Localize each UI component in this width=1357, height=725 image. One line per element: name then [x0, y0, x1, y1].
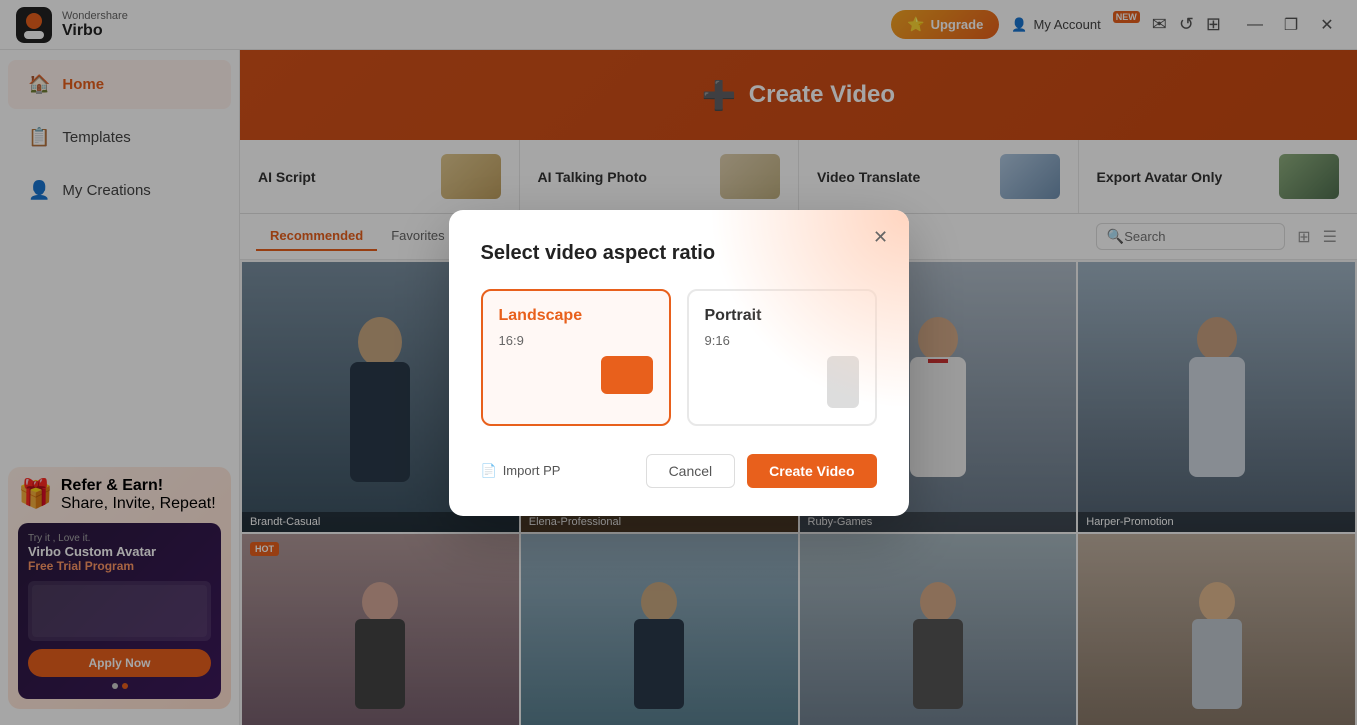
- landscape-icon-wrap: [499, 356, 653, 394]
- portrait-ratio: 9:16: [705, 333, 859, 348]
- landscape-ratio: 16:9: [499, 333, 653, 348]
- aspect-option-portrait[interactable]: Portrait 9:16: [687, 289, 877, 426]
- portrait-label: Portrait: [705, 307, 859, 325]
- portrait-icon: [827, 356, 859, 408]
- aspect-option-landscape[interactable]: Landscape 16:9: [481, 289, 671, 426]
- import-ppt-label: Import PP: [503, 463, 561, 478]
- landscape-label: Landscape: [499, 307, 653, 325]
- modal-close-button[interactable]: ✕: [867, 224, 895, 252]
- modal-title: Select video aspect ratio: [481, 242, 877, 265]
- cancel-button[interactable]: Cancel: [646, 454, 736, 488]
- import-ppt-button[interactable]: 📄 Import PP: [481, 463, 561, 479]
- modal-footer: 📄 Import PP Cancel Create Video: [481, 454, 877, 488]
- modal-overlay: ✕ Select video aspect ratio Landscape 16…: [0, 0, 1357, 725]
- create-video-button[interactable]: Create Video: [747, 454, 876, 488]
- modal-actions: Cancel Create Video: [646, 454, 877, 488]
- import-icon: 📄: [481, 463, 497, 479]
- aspect-options: Landscape 16:9 Portrait 9:16: [481, 289, 877, 426]
- aspect-ratio-modal: ✕ Select video aspect ratio Landscape 16…: [449, 210, 909, 516]
- landscape-icon: [601, 356, 653, 394]
- portrait-icon-wrap: [705, 356, 859, 408]
